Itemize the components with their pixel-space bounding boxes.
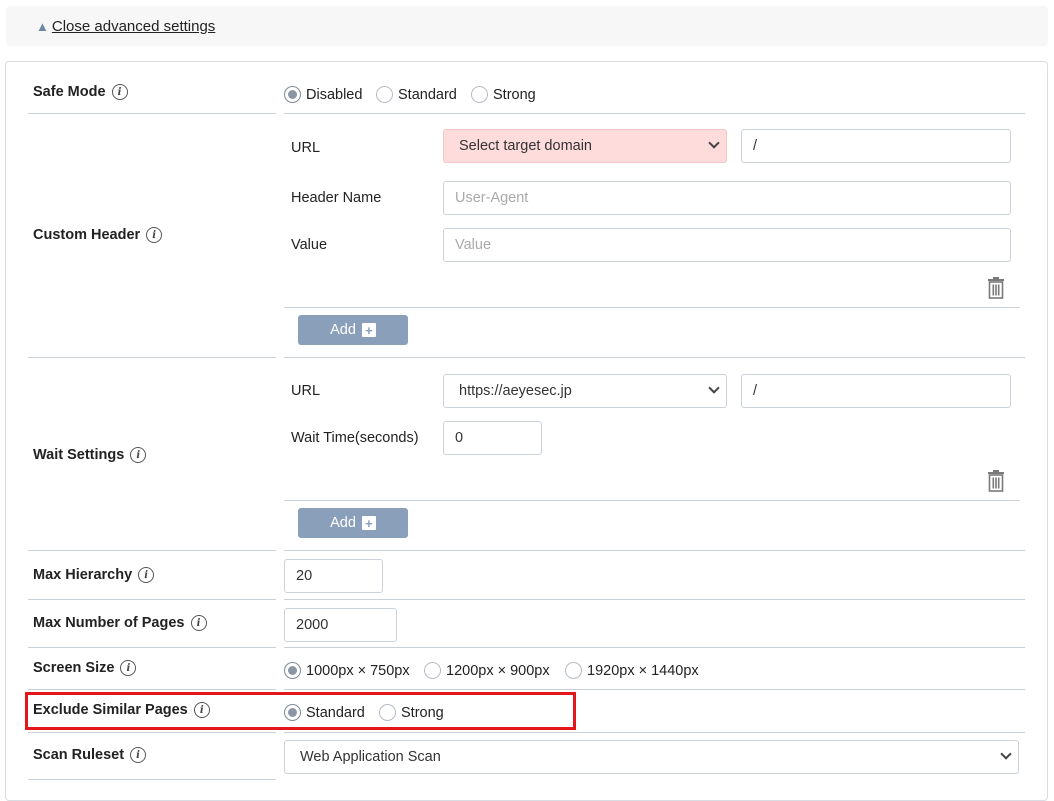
divider — [284, 550, 1025, 551]
chevron-down-icon — [1000, 748, 1012, 760]
radio-checked-icon — [284, 86, 301, 103]
divider — [28, 550, 276, 551]
wait-settings-label: Wait Settings i — [33, 447, 147, 463]
divider — [284, 500, 1020, 501]
divider — [28, 689, 276, 690]
divider — [28, 647, 276, 648]
divider — [28, 113, 276, 114]
triangle-up-icon: ▲ — [36, 18, 49, 34]
radio-unchecked-icon — [424, 662, 441, 679]
screen-size-1000-radio[interactable]: 1000px × 750px — [284, 662, 410, 679]
divider — [284, 307, 1020, 308]
divider — [284, 599, 1025, 600]
wait-path-input[interactable]: / — [741, 374, 1011, 408]
max-hierarchy-input[interactable]: 20 — [284, 559, 383, 593]
header-name-input[interactable]: User-Agent — [443, 181, 1011, 215]
divider — [28, 732, 276, 733]
wait-time-input[interactable]: 0 — [443, 421, 542, 455]
max-pages-label: Max Number of Pages i — [33, 615, 207, 631]
screen-size-1920-radio[interactable]: 1920px × 1440px — [565, 662, 699, 679]
header-value-label: Value — [291, 237, 328, 253]
plus-icon: + — [361, 516, 376, 530]
radio-unchecked-icon — [565, 662, 582, 679]
info-icon[interactable]: i — [130, 747, 147, 763]
chevron-down-icon — [708, 382, 720, 394]
safe-mode-strong-radio[interactable]: Strong — [471, 86, 536, 103]
info-icon[interactable]: i — [111, 84, 128, 100]
divider — [284, 357, 1025, 358]
custom-header-url-label: URL — [291, 140, 321, 156]
custom-header-label: Custom Header i — [33, 227, 163, 243]
custom-header-add-button[interactable]: Add + — [298, 315, 408, 345]
radio-unchecked-icon — [471, 86, 488, 103]
info-icon[interactable]: i — [138, 567, 155, 583]
plus-icon: + — [361, 323, 376, 337]
screen-size-1200-radio[interactable]: 1200px × 900px — [424, 662, 550, 679]
info-icon[interactable]: i — [190, 615, 207, 631]
max-pages-input[interactable]: 2000 — [284, 608, 397, 642]
info-icon[interactable]: i — [120, 660, 137, 676]
chevron-down-icon — [708, 137, 720, 149]
scan-ruleset-select[interactable]: Web Application Scan — [284, 740, 1019, 774]
divider — [284, 647, 1025, 648]
divider — [284, 113, 1025, 114]
wait-settings-add-button[interactable]: Add + — [298, 508, 408, 538]
wait-domain-select[interactable]: https://aeyesec.jp — [443, 374, 727, 408]
custom-header-domain-select[interactable]: Select target domain — [443, 129, 727, 163]
info-icon[interactable]: i — [130, 447, 147, 463]
divider — [284, 689, 1025, 690]
safe-mode-label: Safe Mode i — [33, 84, 128, 100]
header-name-label: Header Name — [291, 190, 382, 206]
info-icon[interactable]: i — [146, 227, 163, 243]
safe-mode-disabled-radio[interactable]: Disabled — [284, 86, 362, 103]
trash-icon[interactable] — [987, 277, 1005, 299]
radio-unchecked-icon — [376, 86, 393, 103]
close-advanced-settings-link[interactable]: Close advanced settings — [52, 18, 215, 35]
divider — [284, 732, 1025, 733]
safe-mode-standard-radio[interactable]: Standard — [376, 86, 457, 103]
radio-checked-icon — [284, 662, 301, 679]
custom-header-path-input[interactable]: / — [741, 129, 1011, 163]
scan-ruleset-label: Scan Ruleset i — [33, 747, 147, 763]
max-hierarchy-label: Max Hierarchy i — [33, 567, 155, 583]
header-value-input[interactable]: Value — [443, 228, 1011, 262]
divider — [28, 599, 276, 600]
wait-url-label: URL — [291, 383, 321, 399]
wait-time-label: Wait Time(seconds) — [291, 430, 419, 446]
divider — [28, 779, 276, 780]
advanced-settings-bar: ▲ Close advanced settings — [6, 6, 1048, 46]
trash-icon[interactable] — [987, 470, 1005, 492]
highlight-box — [25, 692, 576, 730]
screen-size-label: Screen Size i — [33, 660, 137, 676]
divider — [28, 357, 276, 358]
